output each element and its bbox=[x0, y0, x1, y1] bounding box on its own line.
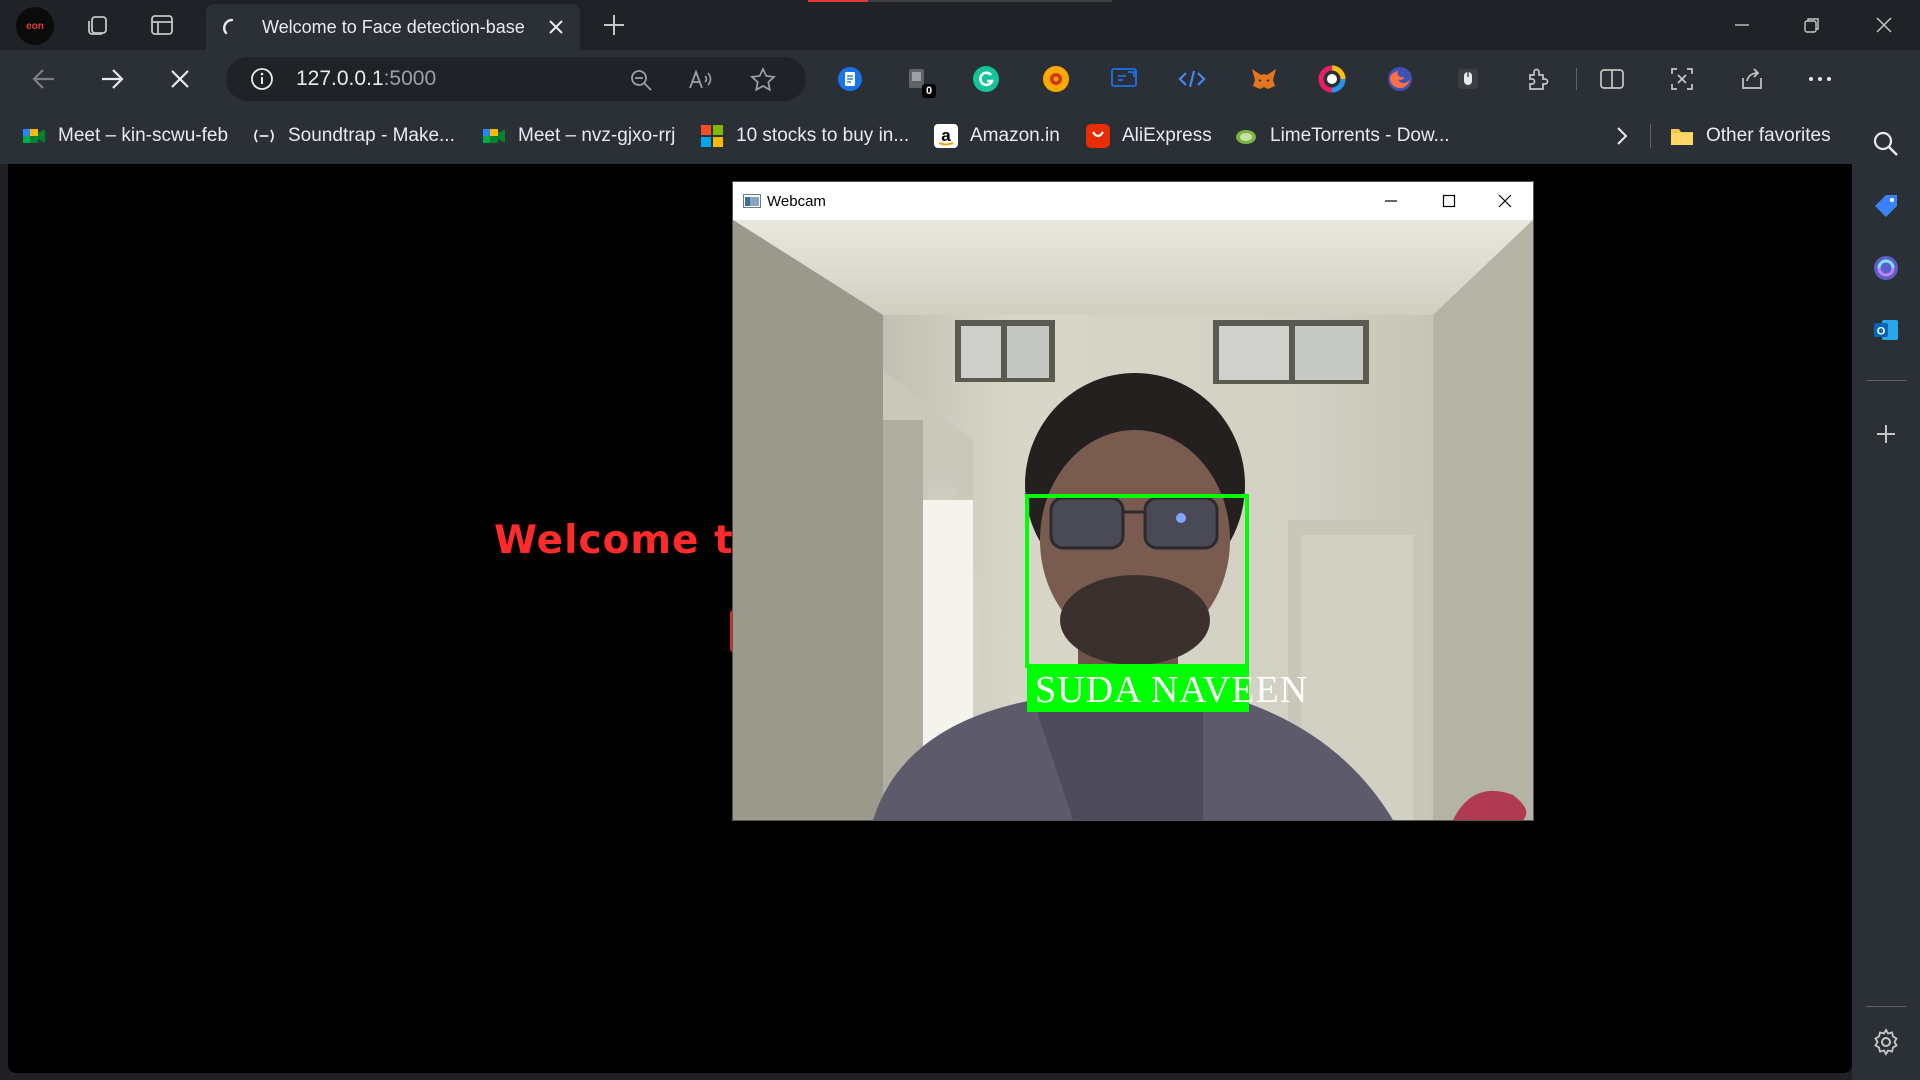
mouse-extension-icon[interactable] bbox=[1452, 63, 1484, 95]
edge-sidebar: O bbox=[1852, 50, 1920, 1080]
webcam-title: Webcam bbox=[767, 192, 826, 210]
firefox-style-extension-icon[interactable] bbox=[1384, 63, 1416, 95]
bookmark-item[interactable]: Soundtrap - Make... bbox=[252, 122, 455, 150]
search-icon[interactable] bbox=[1870, 128, 1902, 160]
bookmark-label: 10 stocks to buy in... bbox=[736, 125, 910, 146]
url-host: 127.0.0.1 bbox=[296, 67, 384, 90]
stop-loading-icon[interactable] bbox=[162, 61, 198, 97]
code-extension-icon[interactable] bbox=[1176, 63, 1208, 95]
back-arrow-icon[interactable] bbox=[26, 61, 62, 97]
page-bottom-edge bbox=[8, 1073, 1852, 1080]
site-info-icon[interactable] bbox=[250, 67, 274, 91]
outlook-icon[interactable]: O bbox=[1870, 314, 1902, 346]
more-bookmarks-chevron-icon[interactable] bbox=[1614, 122, 1630, 150]
bookmark-label: LimeTorrents - Dow... bbox=[1270, 125, 1450, 146]
webcam-scene-image bbox=[733, 220, 1533, 820]
workspaces-icon[interactable] bbox=[80, 7, 116, 43]
webcam-video-frame: SUDA NAVEEN bbox=[733, 220, 1533, 820]
google-meet-icon bbox=[482, 124, 506, 148]
read-aloud-icon[interactable] bbox=[688, 67, 714, 93]
sidebar-divider bbox=[1866, 380, 1906, 381]
bookmark-label: Soundtrap - Make... bbox=[288, 125, 455, 146]
copilot-sidebar-icon[interactable] bbox=[1870, 252, 1902, 284]
web-capture-icon[interactable] bbox=[1666, 63, 1698, 95]
url-text[interactable]: 127.0.0.1:5000 bbox=[296, 67, 436, 91]
more-options-icon[interactable] bbox=[1804, 63, 1836, 95]
microsoft-icon bbox=[700, 124, 724, 148]
address-bar[interactable]: 127.0.0.1:5000 bbox=[226, 57, 806, 101]
profile-avatar[interactable]: eon bbox=[16, 7, 54, 45]
bookmarks-divider bbox=[1650, 124, 1651, 148]
bookmark-item[interactable]: AliExpress bbox=[1086, 122, 1212, 150]
webcam-minimize-icon[interactable] bbox=[1363, 182, 1419, 220]
url-port: :5000 bbox=[383, 67, 437, 90]
other-favorites-folder[interactable]: Other favorites bbox=[1670, 122, 1831, 150]
svg-text:a: a bbox=[941, 126, 951, 145]
new-tab-plus-icon[interactable] bbox=[596, 7, 632, 43]
favorites-bar: Meet – kin-scwu-feb Soundtrap - Make... … bbox=[0, 108, 1852, 164]
sidebar-divider bbox=[1866, 1006, 1906, 1007]
bookmark-label: Amazon.in bbox=[970, 125, 1060, 146]
google-meet-icon bbox=[22, 124, 46, 148]
close-window-icon[interactable] bbox=[1854, 8, 1914, 42]
browser-toolbar: 127.0.0.1:5000 0 bbox=[0, 50, 1920, 108]
webcam-window[interactable]: Webcam SUDA NAVEEN bbox=[733, 182, 1533, 820]
bug-extension-icon[interactable] bbox=[1040, 63, 1072, 95]
tab-close-icon[interactable] bbox=[546, 17, 566, 37]
tab-counter-extension-icon[interactable]: 0 bbox=[902, 63, 936, 98]
restore-window-icon[interactable] bbox=[1782, 8, 1842, 42]
bookmark-item[interactable]: a Amazon.in bbox=[934, 122, 1060, 150]
profile-label: eon bbox=[26, 20, 44, 32]
other-favorites-label: Other favorites bbox=[1706, 125, 1831, 146]
folder-icon bbox=[1670, 124, 1694, 148]
docs-extension-icon[interactable] bbox=[834, 63, 866, 95]
toolbar-divider bbox=[1576, 68, 1577, 90]
add-sidebar-app-plus-icon[interactable] bbox=[1870, 418, 1902, 450]
favorite-star-icon[interactable] bbox=[750, 67, 776, 93]
bookmark-item[interactable]: 10 stocks to buy in... bbox=[700, 122, 909, 150]
amazon-icon: a bbox=[934, 124, 958, 148]
screen-share-extension-icon[interactable] bbox=[1108, 63, 1140, 95]
page-loading-bar bbox=[808, 0, 1112, 2]
bookmark-item[interactable]: LimeTorrents - Dow... bbox=[1234, 122, 1450, 150]
minimize-window-icon[interactable] bbox=[1712, 8, 1772, 42]
forward-arrow-icon[interactable] bbox=[94, 61, 130, 97]
bookmark-label: AliExpress bbox=[1122, 125, 1212, 146]
metamask-fox-icon[interactable] bbox=[1248, 63, 1280, 95]
limetorrents-icon bbox=[1234, 124, 1258, 148]
bookmark-label: Meet – nvz-gjxo-rrj bbox=[518, 125, 676, 146]
tab-actions-icon[interactable] bbox=[144, 7, 180, 43]
share-icon[interactable] bbox=[1736, 63, 1768, 95]
loading-spinner-icon bbox=[222, 17, 242, 37]
color-ring-extension-icon[interactable] bbox=[1316, 63, 1348, 95]
webcam-title-bar[interactable]: Webcam bbox=[733, 182, 1533, 220]
aliexpress-icon bbox=[1086, 124, 1110, 148]
shopping-tag-icon[interactable] bbox=[1870, 190, 1902, 222]
bookmark-item[interactable]: Meet – nvz-gjxo-rrj bbox=[482, 122, 675, 150]
split-screen-icon[interactable] bbox=[1596, 63, 1628, 95]
bookmark-label: Meet – kin-scwu-feb bbox=[58, 125, 229, 146]
webcam-maximize-icon[interactable] bbox=[1421, 182, 1477, 220]
svg-text:O: O bbox=[1877, 326, 1886, 338]
webcam-close-icon[interactable] bbox=[1477, 182, 1533, 220]
grammarly-icon[interactable] bbox=[970, 63, 1002, 95]
extensions-puzzle-icon[interactable] bbox=[1522, 63, 1554, 95]
settings-gear-icon[interactable] bbox=[1870, 1026, 1902, 1058]
bookmark-item[interactable]: Meet – kin-scwu-feb bbox=[22, 122, 228, 150]
extension-badge-count: 0 bbox=[922, 84, 936, 98]
title-bar: eon Welcome to Face detection-base bbox=[0, 0, 1920, 50]
soundtrap-icon bbox=[252, 124, 276, 148]
app-window-icon bbox=[743, 194, 761, 208]
tab-title: Welcome to Face detection-base bbox=[262, 16, 525, 37]
detected-face-name-label: SUDA NAVEEN bbox=[1035, 669, 1309, 711]
zoom-out-icon[interactable] bbox=[628, 67, 654, 93]
active-tab[interactable]: Welcome to Face detection-base bbox=[206, 4, 580, 50]
